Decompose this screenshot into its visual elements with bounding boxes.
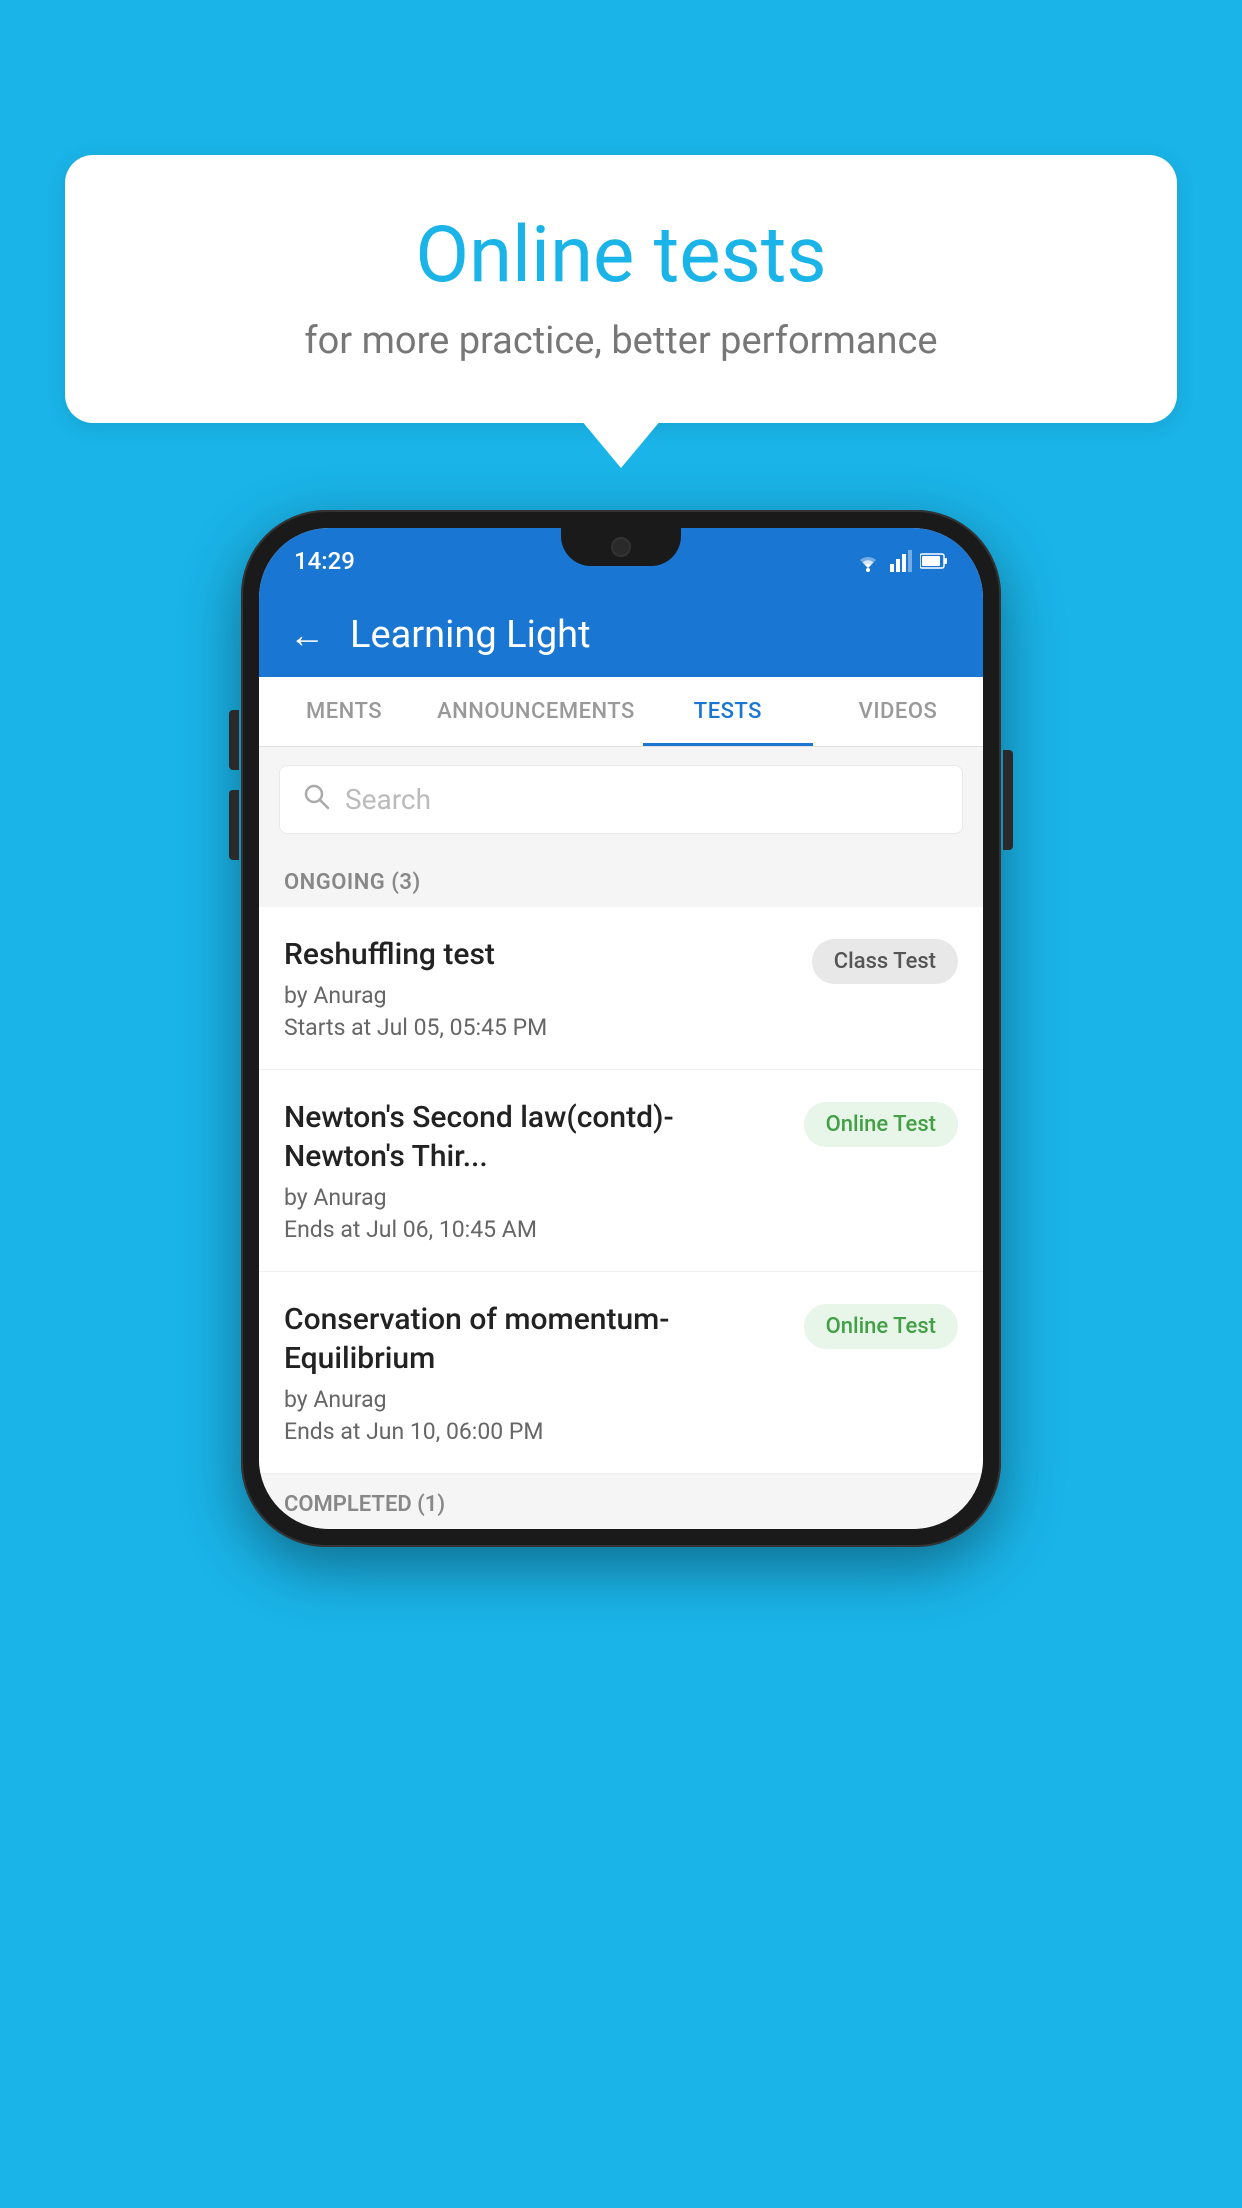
volume-down-button	[229, 790, 239, 850]
completed-label: COMPLETED (1)	[284, 1492, 445, 1517]
test-title: Newton's Second law(contd)-Newton's Thir…	[284, 1098, 789, 1176]
phone-notch	[561, 528, 681, 566]
test-item[interactable]: Newton's Second law(contd)-Newton's Thir…	[259, 1070, 983, 1272]
front-camera	[611, 537, 631, 557]
test-badge: Online Test	[804, 1304, 958, 1349]
test-info: Newton's Second law(contd)-Newton's Thir…	[284, 1098, 789, 1243]
test-time: Ends at Jul 06, 10:45 AM	[284, 1216, 789, 1243]
search-container: Search	[259, 747, 983, 852]
tab-bar: MENTS ANNOUNCEMENTS TESTS VIDEOS	[259, 677, 983, 747]
test-time: Starts at Jul 05, 05:45 PM	[284, 1014, 797, 1041]
test-item[interactable]: Conservation of momentum-Equilibrium by …	[259, 1272, 983, 1474]
app-header: ← Learning Light	[259, 593, 983, 677]
app-title: Learning Light	[350, 613, 591, 657]
wifi-icon	[854, 550, 882, 572]
test-info: Reshuffling test by Anurag Starts at Jul…	[284, 935, 797, 1041]
status-icons	[854, 550, 948, 572]
phone-screen: 14:29	[259, 528, 983, 1529]
test-title: Reshuffling test	[284, 935, 797, 974]
bubble-subtitle: for more practice, better performance	[125, 319, 1117, 363]
test-badge: Online Test	[804, 1102, 958, 1147]
test-badge: Class Test	[812, 939, 958, 984]
phone-mockup: 14:29	[241, 510, 1001, 1547]
search-box[interactable]: Search	[279, 765, 963, 834]
tab-videos[interactable]: VIDEOS	[813, 677, 983, 746]
tab-announcements[interactable]: ANNOUNCEMENTS	[429, 677, 643, 746]
test-item[interactable]: Reshuffling test by Anurag Starts at Jul…	[259, 907, 983, 1070]
phone-outer: 14:29	[241, 510, 1001, 1547]
speech-bubble: Online tests for more practice, better p…	[65, 155, 1177, 423]
signal-icon	[890, 550, 912, 572]
ongoing-label: ONGOING (3)	[284, 870, 421, 895]
search-placeholder: Search	[345, 783, 431, 816]
test-time: Ends at Jun 10, 06:00 PM	[284, 1418, 789, 1445]
tab-tests[interactable]: TESTS	[643, 677, 813, 746]
bubble-title: Online tests	[125, 210, 1117, 301]
status-time: 14:29	[294, 547, 355, 575]
ongoing-section-header: ONGOING (3)	[259, 852, 983, 907]
speech-bubble-container: Online tests for more practice, better p…	[65, 155, 1177, 423]
search-icon	[302, 782, 330, 817]
test-author: by Anurag	[284, 1386, 789, 1413]
back-button[interactable]: ←	[289, 614, 325, 656]
page-background: Online tests for more practice, better p…	[0, 0, 1242, 2208]
battery-icon	[920, 552, 948, 570]
test-author: by Anurag	[284, 982, 797, 1009]
test-list: Reshuffling test by Anurag Starts at Jul…	[259, 907, 983, 1474]
tab-ments[interactable]: MENTS	[259, 677, 429, 746]
completed-section-header: COMPLETED (1)	[259, 1474, 983, 1529]
test-title: Conservation of momentum-Equilibrium	[284, 1300, 789, 1378]
volume-up-button	[229, 710, 239, 770]
test-author: by Anurag	[284, 1184, 789, 1211]
status-bar: 14:29	[259, 528, 983, 593]
test-info: Conservation of momentum-Equilibrium by …	[284, 1300, 789, 1445]
